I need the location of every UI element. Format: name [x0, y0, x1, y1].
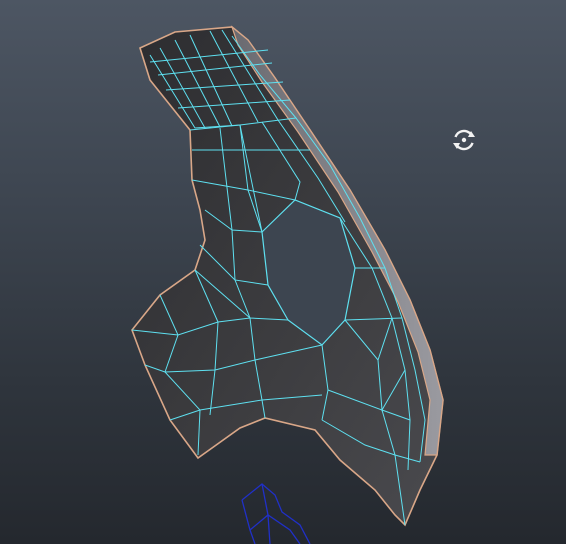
maya-3d-viewport[interactable]	[0, 0, 566, 544]
viewport-scene	[131, 25, 444, 544]
mesh-object[interactable]	[131, 25, 444, 527]
secondary-object[interactable]	[241, 483, 311, 544]
orbit-rotate-icon[interactable]	[449, 125, 479, 155]
